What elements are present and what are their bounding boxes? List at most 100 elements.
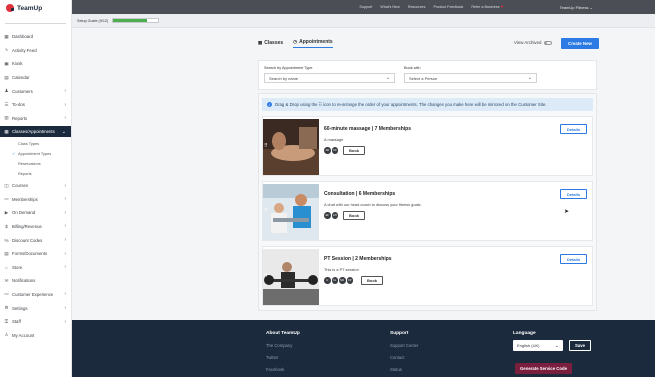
avatar[interactable]: EF bbox=[324, 212, 331, 219]
sidebar-subitem-reports[interactable]: Reports bbox=[0, 169, 71, 179]
avatar[interactable]: KL bbox=[331, 277, 338, 284]
footer-link-support-center[interactable]: Support Center bbox=[390, 343, 418, 348]
tab-appointments[interactable]: ◷ Appointments bbox=[293, 38, 333, 48]
sidebar-item-settings[interactable]: ⚙ Settings › bbox=[0, 301, 71, 315]
generate-service-code-button[interactable]: Generate Service Code bbox=[515, 363, 572, 374]
drag-handle-icon[interactable]: ⠿ bbox=[264, 143, 268, 149]
footer: About TeamUp The Company Twitter Faceboo… bbox=[72, 320, 655, 377]
whats-new-link[interactable]: What's New bbox=[380, 5, 400, 9]
avatar[interactable]: AB bbox=[324, 147, 331, 154]
sidebar-item-billing-revenue[interactable]: $ Billing/Revenue › bbox=[0, 220, 71, 234]
dashboard-icon: ▦ bbox=[4, 33, 9, 39]
product-feedback-link[interactable]: Product Feedback bbox=[433, 5, 463, 9]
sidebar-item-courses[interactable]: ◫ Courses › bbox=[0, 179, 71, 193]
sidebar-item-notifications[interactable]: ✉ Notifications bbox=[0, 274, 71, 288]
resources-link[interactable]: Resources bbox=[408, 5, 426, 9]
sidebar-item-discount-codes[interactable]: % Discount Codes › bbox=[0, 233, 71, 247]
sidebar-item-classes-appointments[interactable]: ▦ Classes/Appointments ⌄ bbox=[0, 126, 71, 138]
sidebar-search-input[interactable] bbox=[5, 18, 66, 24]
book-with-select[interactable]: Select a Person ⌄ bbox=[404, 73, 537, 83]
check-icon: ✓ bbox=[12, 150, 16, 156]
save-button[interactable]: Save bbox=[569, 340, 591, 351]
refer-business-label: Refer a Business bbox=[471, 5, 500, 9]
forms-icon: ▤ bbox=[4, 250, 9, 256]
language-select[interactable]: English (UK) ⌄ bbox=[513, 340, 563, 351]
store-icon: ⌂ bbox=[5, 264, 8, 270]
avatar[interactable]: GH bbox=[331, 212, 338, 219]
staff-avatars: IJ KL MN OP bbox=[324, 277, 353, 284]
sidebar-item-customer-experience[interactable]: ▭ Customer Experience › bbox=[0, 288, 71, 302]
drag-handle-icon[interactable]: ⠿ bbox=[264, 208, 268, 214]
sidebar-item-customers[interactable]: ♟ Customers › bbox=[0, 84, 71, 98]
chevron-right-icon: › bbox=[64, 182, 66, 189]
sidebar-item-activity-feed[interactable]: ∿ Activity Feed bbox=[0, 44, 71, 58]
chevron-down-icon: ⌄ bbox=[554, 342, 559, 349]
details-button[interactable]: Details bbox=[560, 254, 587, 264]
teamup-logo-icon bbox=[6, 4, 14, 12]
book-button[interactable]: Book bbox=[343, 211, 365, 220]
setup-progress-bar[interactable] bbox=[112, 18, 160, 23]
massage-photo bbox=[263, 119, 319, 175]
sidebar-item-staff[interactable]: ⚿ Staff › bbox=[0, 315, 71, 329]
sidebar-item-forms-documents[interactable]: ▤ Forms/Documents › bbox=[0, 247, 71, 261]
sidebar-item-label: Customer Experience bbox=[12, 291, 54, 297]
chevron-down-icon: ⌄ bbox=[527, 75, 532, 81]
account-menu[interactable]: TeamUp Fitness ⌄ bbox=[560, 5, 593, 10]
book-button[interactable]: Book bbox=[343, 146, 365, 155]
avatar[interactable]: CD bbox=[331, 147, 338, 154]
tab-classes[interactable]: ▦ Classes bbox=[258, 38, 283, 48]
sidebar-item-calendar[interactable]: ▤ Calendar bbox=[0, 71, 71, 85]
sidebar-subitem-reservations[interactable]: Reservations bbox=[0, 159, 71, 169]
drag-handle-icon[interactable]: ⠿ bbox=[264, 273, 268, 279]
avatar[interactable]: OP bbox=[346, 277, 353, 284]
chevron-down-icon: ⌄ bbox=[589, 4, 593, 10]
sidebar-item-store[interactable]: ⌂ Store › bbox=[0, 260, 71, 274]
details-button[interactable]: Details bbox=[560, 189, 587, 199]
footer-link-company[interactable]: The Company bbox=[266, 343, 292, 348]
sidebar-subitem-label: Reservations bbox=[18, 161, 41, 167]
todos-icon: ☰ bbox=[4, 101, 9, 107]
setup-guide-label[interactable]: Setup Guide (9/12) bbox=[77, 19, 108, 23]
classes-icon: ▦ bbox=[4, 128, 9, 134]
footer-link-contact[interactable]: Contact bbox=[390, 355, 404, 360]
chevron-right-icon: › bbox=[64, 305, 66, 312]
sidebar-item-my-account[interactable]: ♙ My Account bbox=[0, 328, 71, 342]
sidebar-item-reports[interactable]: ▥ Reports › bbox=[0, 112, 71, 126]
sidebar-subitem-appointment-types[interactable]: ✓ Appointment Types bbox=[0, 148, 71, 158]
footer-link-status[interactable]: Status bbox=[390, 367, 402, 372]
billing-icon: $ bbox=[5, 223, 8, 229]
create-new-button[interactable]: Create New bbox=[561, 38, 599, 49]
footer-link-twitter[interactable]: Twitter bbox=[266, 355, 278, 360]
sidebar-item-to-dos[interactable]: ☰ To-dos › bbox=[0, 98, 71, 112]
sidebar-item-kiosk[interactable]: ▣ Kiosk bbox=[0, 57, 71, 71]
toggle-switch[interactable] bbox=[543, 40, 552, 45]
teamup-logo[interactable]: TeamUp bbox=[0, 0, 71, 16]
view-archived-toggle[interactable]: View Archived bbox=[514, 40, 552, 45]
customer-experience-icon: ▭ bbox=[4, 291, 9, 297]
appointment-type-select[interactable]: Search by name ⌄ bbox=[264, 73, 395, 83]
settings-icon: ⚙ bbox=[4, 305, 9, 311]
sidebar-subitem-class-types[interactable]: Class Types bbox=[0, 138, 71, 148]
chevron-right-icon: › bbox=[64, 101, 66, 108]
sidebar-item-on-demand[interactable]: ▶ On Demand › bbox=[0, 206, 71, 220]
sidebar-item-memberships[interactable]: ▭ Memberships › bbox=[0, 193, 71, 207]
mouse-cursor-icon: ➤ bbox=[564, 209, 570, 215]
staff-avatars: AB CD bbox=[324, 147, 338, 154]
refer-business-link[interactable]: Refer a Business ❤ bbox=[471, 5, 503, 9]
staff-avatars: EF GH bbox=[324, 212, 338, 219]
sidebar-item-dashboard[interactable]: ▦ Dashboard bbox=[0, 30, 71, 44]
support-link[interactable]: Support bbox=[359, 5, 372, 9]
chevron-down-icon: ⌄ bbox=[385, 75, 390, 81]
setup-progress-fill bbox=[113, 19, 147, 22]
avatar[interactable]: IJ bbox=[324, 277, 331, 284]
card-description: This is a PT session bbox=[324, 267, 359, 272]
sidebar-item-label: Calendar bbox=[12, 75, 30, 81]
sidebar-item-label: Notifications bbox=[12, 278, 36, 284]
footer-link-facebook[interactable]: Facebook bbox=[266, 367, 284, 372]
staff-icon: ⚿ bbox=[4, 319, 9, 325]
book-button[interactable]: Book bbox=[361, 276, 383, 285]
avatar[interactable]: MN bbox=[339, 277, 346, 284]
chevron-right-icon: › bbox=[64, 250, 66, 257]
pt-session-photo bbox=[263, 249, 319, 305]
details-button[interactable]: Details bbox=[560, 124, 587, 134]
